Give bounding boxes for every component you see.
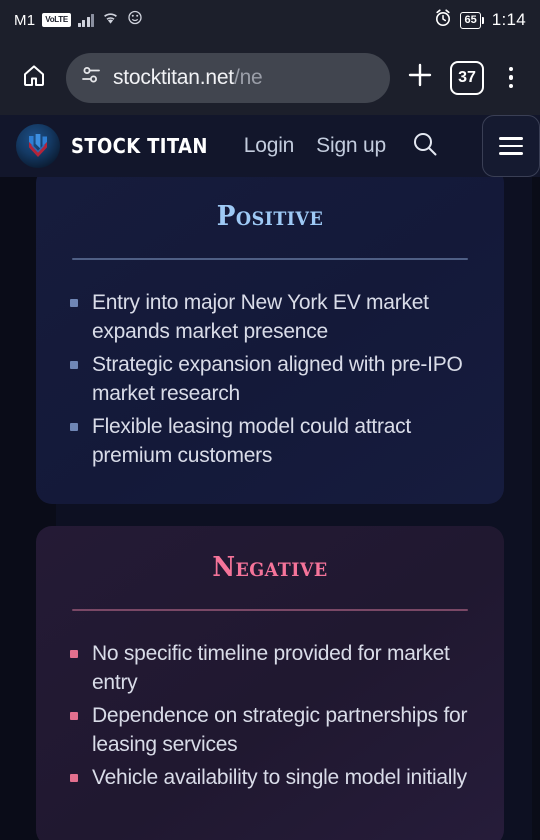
list-item: Dependence on strategic partnerships for… xyxy=(70,701,470,759)
list-item: Vehicle availability to single model ini… xyxy=(70,763,470,792)
home-icon xyxy=(20,61,48,94)
carrier-label: M1 xyxy=(14,11,36,29)
list-item: Entry into major New York EV market expa… xyxy=(70,288,470,346)
positive-point-text: Entry into major New York EV market expa… xyxy=(92,291,429,343)
bullet-square-icon xyxy=(70,299,78,307)
status-bar-left-group: M1 VoLTE xyxy=(14,10,143,30)
new-tab-button[interactable] xyxy=(400,56,440,100)
signup-link[interactable]: Sign up xyxy=(316,134,386,158)
search-button[interactable] xyxy=(408,129,442,163)
tab-count-label: 37 xyxy=(458,68,476,86)
positive-divider xyxy=(72,258,468,260)
signal-bars-icon xyxy=(77,13,95,27)
positive-card: Positive Entry into major New York EV ma… xyxy=(36,177,504,504)
url-domain: stocktitan.net xyxy=(113,65,234,89)
more-vertical-icon-dot xyxy=(508,83,514,89)
content-container: Positive Entry into major New York EV ma… xyxy=(14,177,526,840)
bullet-square-icon xyxy=(70,712,78,720)
negative-points-list: No specific timeline provided for market… xyxy=(70,639,470,792)
battery-level-label: 65 xyxy=(460,11,481,29)
list-item: No specific timeline provided for market… xyxy=(70,639,470,697)
more-vertical-icon-dot xyxy=(508,66,514,72)
positive-points-list: Entry into major New York EV market expa… xyxy=(70,288,470,470)
bullet-square-icon xyxy=(70,423,78,431)
battery-indicator: 65 xyxy=(460,11,484,29)
browser-menu-button[interactable] xyxy=(494,56,528,100)
page-content: Positive Entry into major New York EV ma… xyxy=(0,177,540,840)
search-icon xyxy=(410,129,440,164)
android-status-bar: M1 VoLTE 65 1:14 xyxy=(0,0,540,40)
positive-card-title: Positive xyxy=(216,201,324,232)
bullet-square-icon xyxy=(70,774,78,782)
positive-point-text: Flexible leasing model could attract pre… xyxy=(92,415,412,467)
more-vertical-icon-dot xyxy=(508,75,514,80)
site-header: STOCK TITAN Login Sign up xyxy=(0,115,540,177)
header-nav: Login Sign up xyxy=(244,115,540,177)
plus-icon xyxy=(406,61,434,94)
positive-point-text: Strategic expansion aligned with pre-IPO… xyxy=(92,353,463,405)
status-bar-right-group: 65 1:14 xyxy=(434,8,526,32)
volte-badge: VoLTE xyxy=(42,13,71,27)
list-item: Flexible leasing model could attract pre… xyxy=(70,412,470,470)
battery-cap xyxy=(481,16,484,24)
wifi-icon xyxy=(101,10,120,30)
site-logo[interactable]: STOCK TITAN xyxy=(16,124,223,168)
hamburger-menu-icon-line xyxy=(499,152,523,155)
hamburger-menu-icon-line xyxy=(499,137,523,140)
stock-titan-logo-icon xyxy=(16,124,60,168)
list-item: Strategic expansion aligned with pre-IPO… xyxy=(70,350,470,408)
clock-label: 1:14 xyxy=(491,10,526,29)
url-path: /ne xyxy=(233,65,263,89)
login-link[interactable]: Login xyxy=(244,134,295,158)
browser-toolbar: stocktitan.net/ne 37 xyxy=(0,40,540,115)
page-settings-icon[interactable] xyxy=(80,64,102,91)
negative-card: Negative No specific timeline provided f… xyxy=(36,526,504,840)
face-icon xyxy=(127,10,143,30)
bullet-square-icon xyxy=(70,650,78,658)
url-text: stocktitan.net/ne xyxy=(113,66,263,90)
hamburger-menu-icon-line xyxy=(499,144,523,148)
negative-point-text: Dependence on strategic partnerships for… xyxy=(92,704,468,756)
url-bar[interactable]: stocktitan.net/ne xyxy=(66,52,390,103)
negative-point-text: Vehicle availability to single model ini… xyxy=(92,766,467,789)
tab-switcher-button[interactable]: 37 xyxy=(450,60,484,95)
home-button[interactable] xyxy=(12,56,56,100)
negative-divider xyxy=(72,609,468,611)
alarm-clock-icon xyxy=(434,8,452,32)
bullet-square-icon xyxy=(70,361,78,369)
negative-card-title: Negative xyxy=(212,552,328,583)
brand-label: STOCK TITAN xyxy=(71,134,208,158)
mobile-menu-button[interactable] xyxy=(482,115,540,177)
negative-point-text: No specific timeline provided for market… xyxy=(92,642,450,694)
